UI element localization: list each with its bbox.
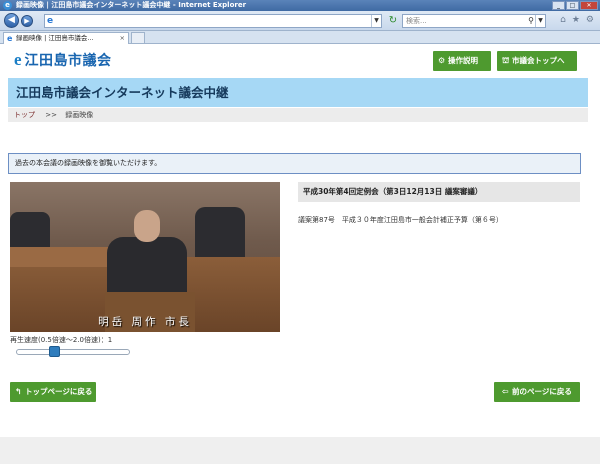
page-banner: 江田島市議会インターネット議会中継 — [8, 78, 588, 107]
minimize-button[interactable]: _ — [552, 1, 565, 10]
search-placeholder: 検索... — [406, 17, 427, 25]
ie-logo-icon: e — [3, 1, 12, 10]
manual-button[interactable]: ⚙ 操作説明 — [433, 51, 491, 71]
banner-title: 江田島市議会インターネット議会中継 — [16, 85, 229, 100]
home-icon[interactable]: ⌂ — [560, 15, 566, 25]
video-figure-right — [195, 207, 245, 262]
back-icon[interactable]: ◀ — [4, 13, 19, 28]
logo-mark-icon: e — [14, 50, 22, 69]
playback-speed-label: 再生速度(0.5倍速～2.0倍速)：1 — [10, 336, 113, 344]
search-input[interactable]: 検索... ⚲ ▼ — [402, 14, 546, 28]
left-arrow-icon: ⇦ — [502, 387, 509, 396]
agenda-item[interactable]: 議案第87号 平成３０年度江田島市一般会計補正予算（第６号） — [298, 215, 503, 225]
window-title: 録画映像 | 江田島市議会インターネット議会中継 - Internet Expl… — [16, 1, 247, 9]
gear-icon: ⚙ — [438, 56, 446, 65]
address-toolbar: ◀ ▶ e ▼ ↻ 検索... ⚲ ▼ ⌂ ★ ⚙ — [0, 11, 600, 31]
notice-box: 過去の本会議の録画映像を御覧いただけます。 — [8, 153, 581, 174]
tab-close-icon[interactable]: × — [120, 33, 125, 44]
council-top-button-label: 市議会トップへ — [512, 56, 565, 65]
address-input[interactable]: e ▼ — [44, 14, 382, 28]
video-caption: 明岳 周作 市長 — [98, 316, 192, 328]
footer-band — [0, 437, 600, 464]
slider-handle[interactable] — [49, 346, 60, 357]
refresh-icon[interactable]: ↻ — [386, 14, 400, 28]
tab-recording[interactable]: e 録画映像 | 江田島市議会... × — [3, 32, 129, 44]
meeting-title-box: 平成30年第4回定例会（第3日12月13日 議案審議） — [298, 182, 580, 202]
maximize-button[interactable]: □ — [566, 1, 579, 10]
search-dropdown-icon[interactable]: ▼ — [535, 15, 545, 27]
tab-label: 録画映像 | 江田島市議会... — [16, 34, 94, 42]
new-tab-button[interactable] — [131, 32, 145, 44]
forward-icon[interactable]: ▶ — [21, 15, 33, 27]
address-dropdown-icon[interactable]: ▼ — [371, 15, 381, 27]
site-logo[interactable]: e 江田島市議会 — [14, 50, 112, 70]
favorites-icon[interactable]: ★ — [572, 15, 580, 25]
playback-speed-slider[interactable] — [16, 346, 130, 357]
manual-button-label: 操作説明 — [448, 56, 478, 65]
back-to-top-label: トップページに戻る — [25, 387, 93, 396]
breadcrumb: トップ >> 録画映像 — [8, 108, 588, 122]
council-top-button[interactable]: ⛫ 市議会トップへ — [497, 51, 577, 71]
back-to-top-button[interactable]: ↰ トップページに戻る — [10, 382, 96, 402]
window-controls: _ □ ✕ — [552, 1, 598, 10]
tab-bar: e 録画映像 | 江田島市議会... × — [0, 31, 600, 44]
page-content: e 江田島市議会 ⚙ 操作説明 ⛫ 市議会トップへ 江田島市議会インターネット議… — [0, 44, 600, 464]
back-arrow-icon: ↰ — [15, 387, 22, 396]
logo-text: 江田島市議会 — [24, 53, 112, 69]
breadcrumb-home-link[interactable]: トップ — [14, 111, 35, 119]
video-player[interactable]: 明岳 周作 市長 — [10, 182, 280, 332]
gear-icon[interactable]: ⚙ — [586, 15, 594, 25]
breadcrumb-current: 録画映像 — [65, 111, 94, 119]
breadcrumb-separator: >> — [45, 111, 57, 119]
notice-text: 過去の本会議の録画映像を御覧いただけます。 — [15, 159, 162, 167]
window-titlebar: e 録画映像 | 江田島市議会インターネット議会中継 - Internet Ex… — [0, 0, 600, 11]
browser-tools: ⌂ ★ ⚙ — [560, 15, 594, 25]
previous-page-button[interactable]: ⇦ 前のページに戻る — [494, 382, 580, 402]
meeting-title: 平成30年第4回定例会（第3日12月13日 議案審議） — [303, 187, 483, 196]
search-icon[interactable]: ⚲ — [528, 15, 534, 27]
video-speaker-head — [134, 210, 160, 242]
video-desk-left — [10, 247, 120, 267]
previous-page-label: 前のページに戻る — [512, 387, 572, 396]
tab-page-icon: e — [7, 34, 13, 43]
building-icon: ⛫ — [502, 56, 510, 65]
page-icon: e — [47, 16, 54, 26]
close-window-button[interactable]: ✕ — [580, 1, 598, 10]
